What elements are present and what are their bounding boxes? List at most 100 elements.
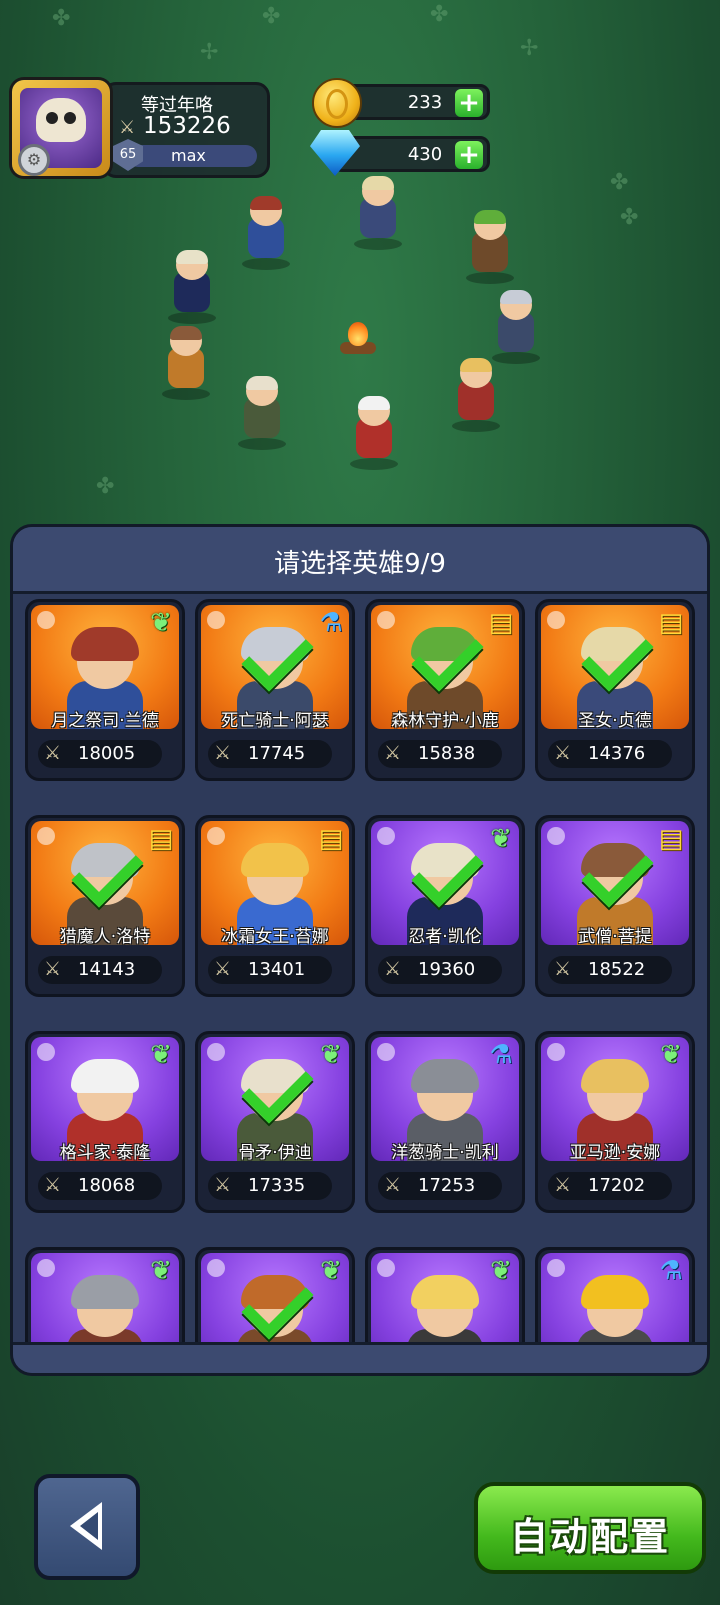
- player-power: 153226: [143, 113, 231, 139]
- potion-class-icon: ⚗: [319, 608, 343, 638]
- scene-hero-sprite: [236, 192, 296, 272]
- book-class-icon: ▤: [658, 608, 684, 638]
- hero-power-row: ⚔ 14143: [38, 956, 162, 984]
- wing-class-icon: ❦: [490, 1256, 512, 1286]
- hero-name: 月之祭司·兰德: [51, 711, 159, 731]
- hero-power: 15838: [418, 743, 476, 764]
- panel-header: 请选择英雄9/9: [13, 527, 707, 594]
- hero-name: 洋葱骑士·凯利: [391, 1143, 499, 1163]
- level-badge: 65: [113, 139, 143, 171]
- hero-power-row: ⚔ 13401: [208, 956, 332, 984]
- book-class-icon: ▤: [488, 608, 514, 638]
- book-class-icon: ▤: [318, 824, 344, 854]
- hero-power: 18005: [78, 743, 136, 764]
- hero-grid[interactable]: ❦ 月之祭司·兰德 ⚔ 18005 ⚗ 死亡骑士·阿瑟 ⚔ 17745 ▤ 森林守护·小鹿 ⚔ 158…: [13, 599, 707, 1351]
- crossed-swords-icon: ⚔: [554, 958, 572, 980]
- player-profile[interactable]: 等过年咯 ⚔ 153226 65 max ⚙: [12, 80, 270, 178]
- hero-power: 14143: [78, 959, 136, 980]
- crossed-swords-icon: ⚔: [554, 1174, 572, 1196]
- diamond-counter: 430 +: [310, 130, 492, 176]
- auto-configure-label: 自动配置: [509, 1515, 670, 1559]
- add-diamond-button[interactable]: +: [455, 141, 483, 169]
- hero-card[interactable]: ❦: [195, 1247, 355, 1351]
- crossed-swords-icon: ⚔: [44, 1174, 62, 1196]
- back-button[interactable]: [34, 1474, 140, 1580]
- grass-decoration: ✤: [620, 205, 639, 230]
- hero-card[interactable]: ❦: [25, 1247, 185, 1351]
- campfire-icon: [338, 322, 378, 356]
- hero-power: 19360: [418, 959, 476, 980]
- hero-power-row: ⚔ 18522: [548, 956, 672, 984]
- gold-coin-icon: [312, 78, 362, 128]
- hero-name: 死亡骑士·阿瑟: [221, 711, 329, 731]
- level-bar: 65 max: [113, 139, 257, 171]
- potion-class-icon: ⚗: [659, 1256, 683, 1286]
- hero-name: 森林守护·小鹿: [391, 711, 499, 731]
- hero-power: 17745: [248, 743, 306, 764]
- hero-power-row: ⚔ 17253: [378, 1172, 502, 1200]
- crossed-swords-icon: ⚔: [214, 958, 232, 980]
- hero-card[interactable]: ▤ 猎魔人·洛特 ⚔ 14143: [25, 815, 185, 997]
- hero-name: 格斗家·泰隆: [59, 1143, 151, 1163]
- panel-title: 请选择英雄9/9: [274, 549, 446, 579]
- hero-power-row: ⚔ 15838: [378, 740, 502, 768]
- hero-power-row: ⚔ 18005: [38, 740, 162, 768]
- book-class-icon: ▤: [658, 824, 684, 854]
- hero-card[interactable]: ▤ 森林守护·小鹿 ⚔ 15838: [365, 599, 525, 781]
- hero-power: 14376: [588, 743, 646, 764]
- gold-value: 233: [407, 92, 443, 113]
- crossed-swords-icon: ⚔: [214, 742, 232, 764]
- grass-decoration: ✤: [262, 4, 281, 29]
- wing-class-icon: ❦: [660, 1040, 682, 1070]
- grass-decoration: ✤: [610, 170, 629, 195]
- grass-decoration: ✢: [200, 40, 219, 65]
- crossed-swords-icon: ⚔: [384, 958, 402, 980]
- hero-card[interactable]: ❦: [365, 1247, 525, 1351]
- hero-card[interactable]: ❦ 忍者·凯伦 ⚔ 19360: [365, 815, 525, 997]
- hero-card[interactable]: ❦ 亚马逊·安娜 ⚔ 17202: [535, 1031, 695, 1213]
- settings-gear-icon[interactable]: ⚙: [18, 144, 50, 176]
- wing-class-icon: ❦: [490, 824, 512, 854]
- hero-card[interactable]: ❦ 月之祭司·兰德 ⚔ 18005: [25, 599, 185, 781]
- hero-name: 武僧·菩提: [578, 927, 652, 947]
- hero-name: 忍者·凯伦: [408, 927, 482, 947]
- crossed-swords-icon: ⚔: [214, 1174, 232, 1196]
- hero-power: 17335: [248, 1175, 306, 1196]
- hero-card[interactable]: ❦ 格斗家·泰隆 ⚔ 18068: [25, 1031, 185, 1213]
- panel-footer: [13, 1342, 707, 1373]
- grass-decoration: ✤: [430, 2, 449, 27]
- hero-card[interactable]: ❦ 骨矛·伊迪 ⚔ 17335: [195, 1031, 355, 1213]
- scene-hero-sprite: [460, 206, 520, 286]
- crossed-swords-icon: ⚔: [384, 742, 402, 764]
- grass-decoration: ✤: [96, 474, 115, 499]
- hero-card[interactable]: ⚗: [535, 1247, 695, 1351]
- hero-card[interactable]: ⚗ 洋葱骑士·凯利 ⚔ 17253: [365, 1031, 525, 1213]
- hero-power: 13401: [248, 959, 306, 980]
- wing-class-icon: ❦: [320, 1256, 342, 1286]
- profile-panel: 等过年咯 ⚔ 153226 65 max: [102, 82, 270, 178]
- crossed-swords-icon: ⚔: [119, 117, 136, 138]
- hero-select-panel: 请选择英雄9/9 ❦ 月之祭司·兰德 ⚔ 18005 ⚗ 死亡骑士·阿瑟 ⚔ 17745 ▤ 森林…: [10, 524, 710, 1376]
- hero-power: 18068: [78, 1175, 136, 1196]
- crossed-swords-icon: ⚔: [384, 1174, 402, 1196]
- wing-class-icon: ❦: [150, 1256, 172, 1286]
- skull-crown-icon: [36, 98, 86, 142]
- hero-name: 冰霜女王·苔娜: [221, 927, 329, 947]
- potion-class-icon: ⚗: [489, 1040, 513, 1070]
- hero-name: 亚马逊·安娜: [569, 1143, 661, 1163]
- add-gold-button[interactable]: +: [455, 89, 483, 117]
- book-class-icon: ▤: [148, 824, 174, 854]
- grass-decoration: ✢: [520, 36, 539, 61]
- hero-card[interactable]: ▤ 武僧·菩提 ⚔ 18522: [535, 815, 695, 997]
- hero-card[interactable]: ▤ 冰霜女王·苔娜 ⚔ 13401: [195, 815, 355, 997]
- scene-hero-sprite: [162, 246, 222, 326]
- hero-name: 骨矛·伊迪: [238, 1143, 312, 1163]
- crossed-swords-icon: ⚔: [554, 742, 572, 764]
- hero-card[interactable]: ▤ 圣女·贞德 ⚔ 14376: [535, 599, 695, 781]
- back-arrow-icon: [70, 1502, 102, 1550]
- hero-name: 猎魔人·洛特: [59, 927, 151, 947]
- scene-hero-sprite: [232, 372, 292, 452]
- auto-configure-button[interactable]: 自动配置: [474, 1482, 706, 1574]
- hero-card[interactable]: ⚗ 死亡骑士·阿瑟 ⚔ 17745: [195, 599, 355, 781]
- hero-power-row: ⚔ 17745: [208, 740, 332, 768]
